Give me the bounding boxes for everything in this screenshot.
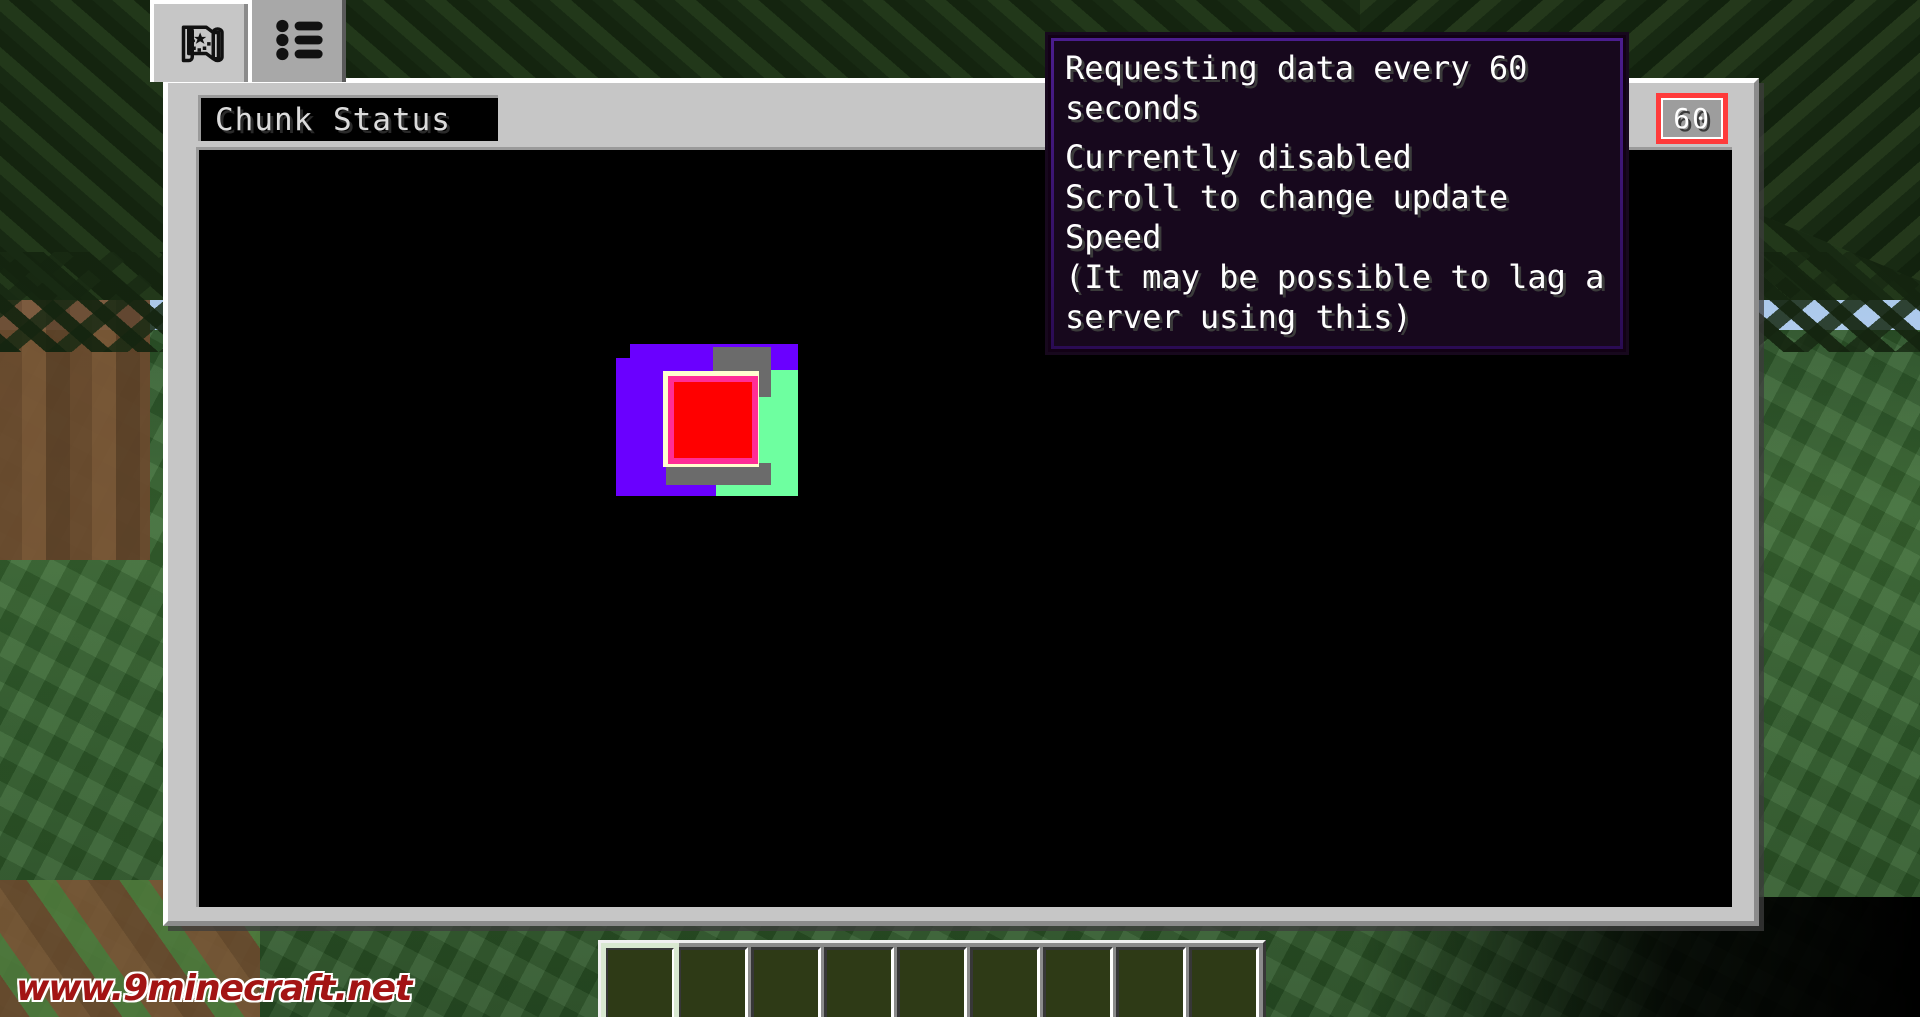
tab-list[interactable] <box>248 0 346 82</box>
hotbar-slot[interactable] <box>897 947 967 1017</box>
hotbar-slot[interactable] <box>824 947 894 1017</box>
tooltip-line-4: Speed <box>1065 218 1162 256</box>
hotbar-slot[interactable] <box>970 947 1040 1017</box>
page-title: Chunk Status <box>215 101 451 138</box>
tab-bar <box>150 0 346 82</box>
hotbar-slot[interactable] <box>1189 947 1259 1017</box>
hotbar-slot[interactable] <box>1043 947 1113 1017</box>
hotbar[interactable] <box>598 940 1266 1017</box>
tooltip-line-0: Requesting data every 60 <box>1065 49 1528 87</box>
treasure-map-icon <box>172 15 230 71</box>
update-interval-counter[interactable]: 60 <box>1656 93 1728 144</box>
tooltip-line-5: (It may be possible to lag a <box>1065 258 1605 296</box>
tooltip-line-1: seconds <box>1065 89 1200 127</box>
bulleted-list-icon <box>270 12 328 68</box>
minecraft-game-screen: Chunk Status 60 Requesting data every 60… <box>0 0 1920 1017</box>
hotbar-slot[interactable] <box>751 947 821 1017</box>
tooltip-line-2: Currently disabled <box>1065 138 1412 176</box>
window-title-box: Chunk Status <box>198 95 498 141</box>
tab-map[interactable] <box>150 0 248 82</box>
tooltip-line-6: server using this) <box>1065 298 1412 336</box>
hotbar-slot[interactable] <box>1116 947 1186 1017</box>
update-speed-tooltip: Requesting data every 60 seconds Current… <box>1048 35 1626 352</box>
counter-value: 60 <box>1673 102 1711 135</box>
tooltip-spacer <box>1065 128 1609 137</box>
tooltip-line-3: Scroll to change update <box>1065 178 1509 216</box>
hotbar-slot[interactable] <box>678 947 748 1017</box>
counter-inner: 60 <box>1663 100 1721 137</box>
hotbar-slot[interactable] <box>601 943 679 1017</box>
red-player <box>674 382 752 458</box>
site-watermark: www.9minecraft.net <box>16 968 412 1009</box>
